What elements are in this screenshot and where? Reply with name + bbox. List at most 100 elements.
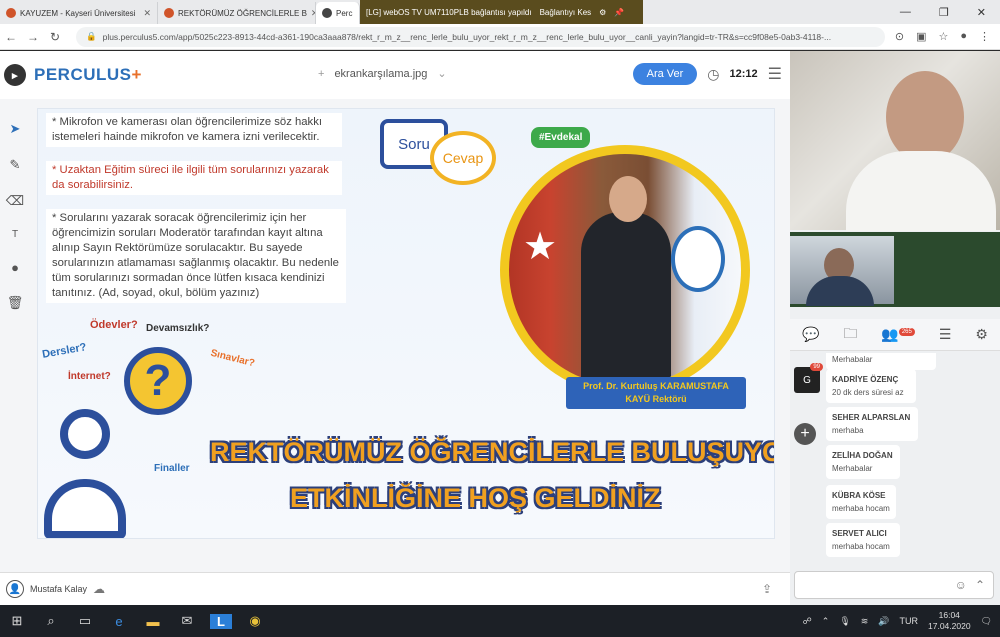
turkish-flag-star-icon: ★ — [523, 226, 558, 268]
rector-title: KAYÜ Rektörü — [625, 394, 687, 404]
university-seal — [671, 226, 725, 292]
color-tool-icon[interactable]: ● — [11, 260, 19, 275]
chat-message: ZELİHA DOĞAN Merhabalar — [826, 445, 900, 479]
word-dersler: Dersler? — [41, 341, 88, 361]
location-icon[interactable]: ⊙ — [895, 30, 904, 43]
tab-settings-icon[interactable]: ⚙ — [975, 326, 988, 343]
file-explorer-icon[interactable]: ▬ — [136, 614, 170, 629]
person-icon[interactable]: ☍ — [803, 616, 812, 627]
edge-icon[interactable]: e — [102, 614, 136, 629]
profile-avatar-icon[interactable]: ● — [960, 30, 967, 43]
person-body-shape — [44, 479, 126, 538]
chevron-down-icon: ⌄ — [437, 68, 447, 80]
rector-face — [609, 176, 647, 222]
video-feed-host — [790, 51, 1000, 231]
windows-start-icon[interactable]: ⊞ — [0, 613, 34, 629]
clock-icon: ◷ — [707, 65, 720, 82]
slide-note-questions: * Uzaktan Eğitim süreci ile ilgili tüm s… — [46, 161, 342, 195]
back-icon[interactable]: ← — [0, 30, 22, 44]
word-odevler: Ödevler? — [90, 319, 138, 331]
reload-icon[interactable]: ↻ — [44, 30, 66, 44]
presenter-bar: 👤 Mustafa Kalay ☁ ⇪ — [0, 572, 790, 605]
tab-participants-icon[interactable]: 👥 265 — [881, 326, 915, 343]
add-button[interactable]: + — [794, 423, 816, 445]
language-indicator[interactable]: TUR — [900, 616, 919, 626]
url-text: plus.perculus5.com/app/5025c223-8913-44c… — [102, 31, 832, 42]
close-tab-icon[interactable]: ✕ — [143, 8, 151, 19]
l-app-icon[interactable]: L — [210, 613, 232, 629]
question-mark-bubble: ? — [124, 347, 192, 415]
chevron-up-icon[interactable]: ⌃ — [822, 616, 830, 627]
slide-title-line2: ETKİNLİĞİNE HOŞ GELDİNİZ — [290, 483, 661, 513]
participant-count-badge: 265 — [898, 328, 915, 336]
tab-files-icon[interactable]: 🗀 — [843, 323, 857, 347]
wifi-icon[interactable]: ≋ — [861, 616, 869, 627]
notification-icon[interactable]: 🗨 — [981, 616, 992, 627]
host-face — [886, 71, 964, 163]
chat-input[interactable]: ☺ ⌃ — [794, 571, 994, 599]
share-icon[interactable]: ⇪ — [762, 582, 772, 596]
trash-icon[interactable]: 🗑 — [7, 295, 24, 311]
forward-icon[interactable]: → — [22, 30, 44, 44]
chrome-icon[interactable]: ◉ — [238, 613, 272, 629]
disconnect-button[interactable]: Bağlantıyı Kes — [540, 8, 592, 17]
file-selector[interactable]: + ekrankarşılama.jpg ⌄ — [318, 67, 447, 81]
file-name: ekrankarşılama.jpg — [334, 67, 428, 80]
volume-icon[interactable]: 🔊 — [878, 616, 889, 627]
cast-notification-bar: [LG] webOS TV UM7110PLB bağlantısı yapıl… — [360, 0, 643, 24]
eraser-tool-icon[interactable]: ⌫ — [6, 193, 24, 209]
chat-message: KADRİYE ÖZENÇ 20 dk ders süresi az — [826, 369, 916, 403]
send-icon[interactable]: ⌃ — [975, 578, 985, 592]
perculus-logo-icon: ▸ — [4, 64, 26, 86]
tab-list-icon[interactable]: ☰ — [939, 326, 952, 343]
user-g-avatar[interactable]: G 99 — [794, 363, 823, 393]
close-window-icon[interactable]: ✕ — [977, 6, 986, 19]
tab-chat-icon[interactable]: 💬 — [802, 326, 819, 343]
mic-icon[interactable]: 🎙 — [839, 616, 850, 627]
right-panel: 💬 🗀 👥 265 ☰ ⚙ Merhabalar G 99 KADRİYE ÖZEN… — [790, 51, 1000, 605]
pin-icon[interactable]: 📌 — [614, 8, 624, 17]
perculus-app: ▸ PERCULUS+ + ekrankarşılama.jpg ⌄ Ara V… — [0, 51, 1000, 605]
browser-tab-kayuzem[interactable]: KAYUZEM - Kayseri Üniversitesi ✕ — [0, 2, 158, 24]
rector-name: Prof. Dr. Kurtuluş KARAMUSTAFA — [583, 381, 729, 391]
guest-shirt — [806, 276, 874, 306]
tab-favicon — [322, 8, 332, 18]
menu-icon[interactable]: ☰ — [768, 64, 782, 84]
settings-icon[interactable]: ⚙ — [599, 8, 606, 17]
task-view-icon[interactable]: ▭ — [68, 613, 102, 629]
drawing-toolbar: ➤ ✎ ⌫ T ● 🗑 — [0, 121, 30, 311]
browser-tab-rektor[interactable]: REKTÖRÜMÜZ ÖĞRENCİLERLE B ✕ — [158, 2, 316, 24]
bookmark-star-icon[interactable]: ☆ — [938, 30, 948, 43]
presenter-name: Mustafa Kalay — [30, 584, 88, 594]
pencil-tool-icon[interactable]: ✎ — [10, 157, 21, 173]
user-avatar-icon: 👤 — [6, 580, 24, 598]
address-bar: ← → ↻ 🔒 plus.perculus5.com/app/5025c223-… — [0, 24, 1000, 50]
pointer-tool-icon[interactable]: ➤ — [10, 121, 21, 137]
chat-message: SEHER ALPARSLAN merhaba — [826, 407, 918, 441]
text-tool-icon[interactable]: T — [12, 229, 18, 240]
window-controls: — ❐ ✕ — [900, 0, 1000, 24]
cloud-icon[interactable]: ☁ — [93, 582, 105, 596]
word-internet: İnternet? — [68, 371, 111, 382]
mail-icon[interactable]: ✉ — [170, 613, 204, 629]
taskbar-clock[interactable]: 16:04 17.04.2020 — [928, 610, 971, 632]
camera-icon[interactable]: ▣ — [916, 30, 926, 43]
word-devamsizlik: Devamsızlık? — [146, 323, 210, 334]
rector-photo-frame: ★ — [500, 145, 750, 395]
minimize-icon[interactable]: — — [900, 6, 911, 18]
windows-taskbar: ⊞ ⌕ ▭ e ▬ ✉ L ◉ ☍ ⌃ 🎙 ≋ 🔊 TUR 16:04 17.0… — [0, 605, 1000, 637]
menu-dots-icon[interactable]: ⋮ — [979, 30, 990, 43]
browser-tab-perculus[interactable]: Perc — [316, 2, 360, 24]
add-icon[interactable]: + — [318, 68, 324, 80]
slide-title-line1: REKTÖRÜMÜZ ÖĞRENCİLERLE BULUŞUYOR — [210, 437, 775, 467]
lock-icon: 🔒 — [86, 31, 97, 41]
url-field[interactable]: 🔒 plus.perculus5.com/app/5025c223-8913-4… — [76, 26, 885, 47]
maximize-icon[interactable]: ❐ — [939, 6, 949, 19]
tab-favicon — [164, 8, 174, 18]
chat-list: Merhabalar G 99 KADRİYE ÖZENÇ 20 dk ders s… — [790, 353, 1000, 571]
cevap-bubble: Cevap — [430, 131, 496, 185]
cast-status: [LG] webOS TV UM7110PLB bağlantısı yapıl… — [366, 7, 532, 17]
search-icon[interactable]: ⌕ — [34, 613, 68, 629]
emoji-icon[interactable]: ☺ — [955, 578, 967, 592]
break-button[interactable]: Ara Ver — [632, 63, 698, 85]
